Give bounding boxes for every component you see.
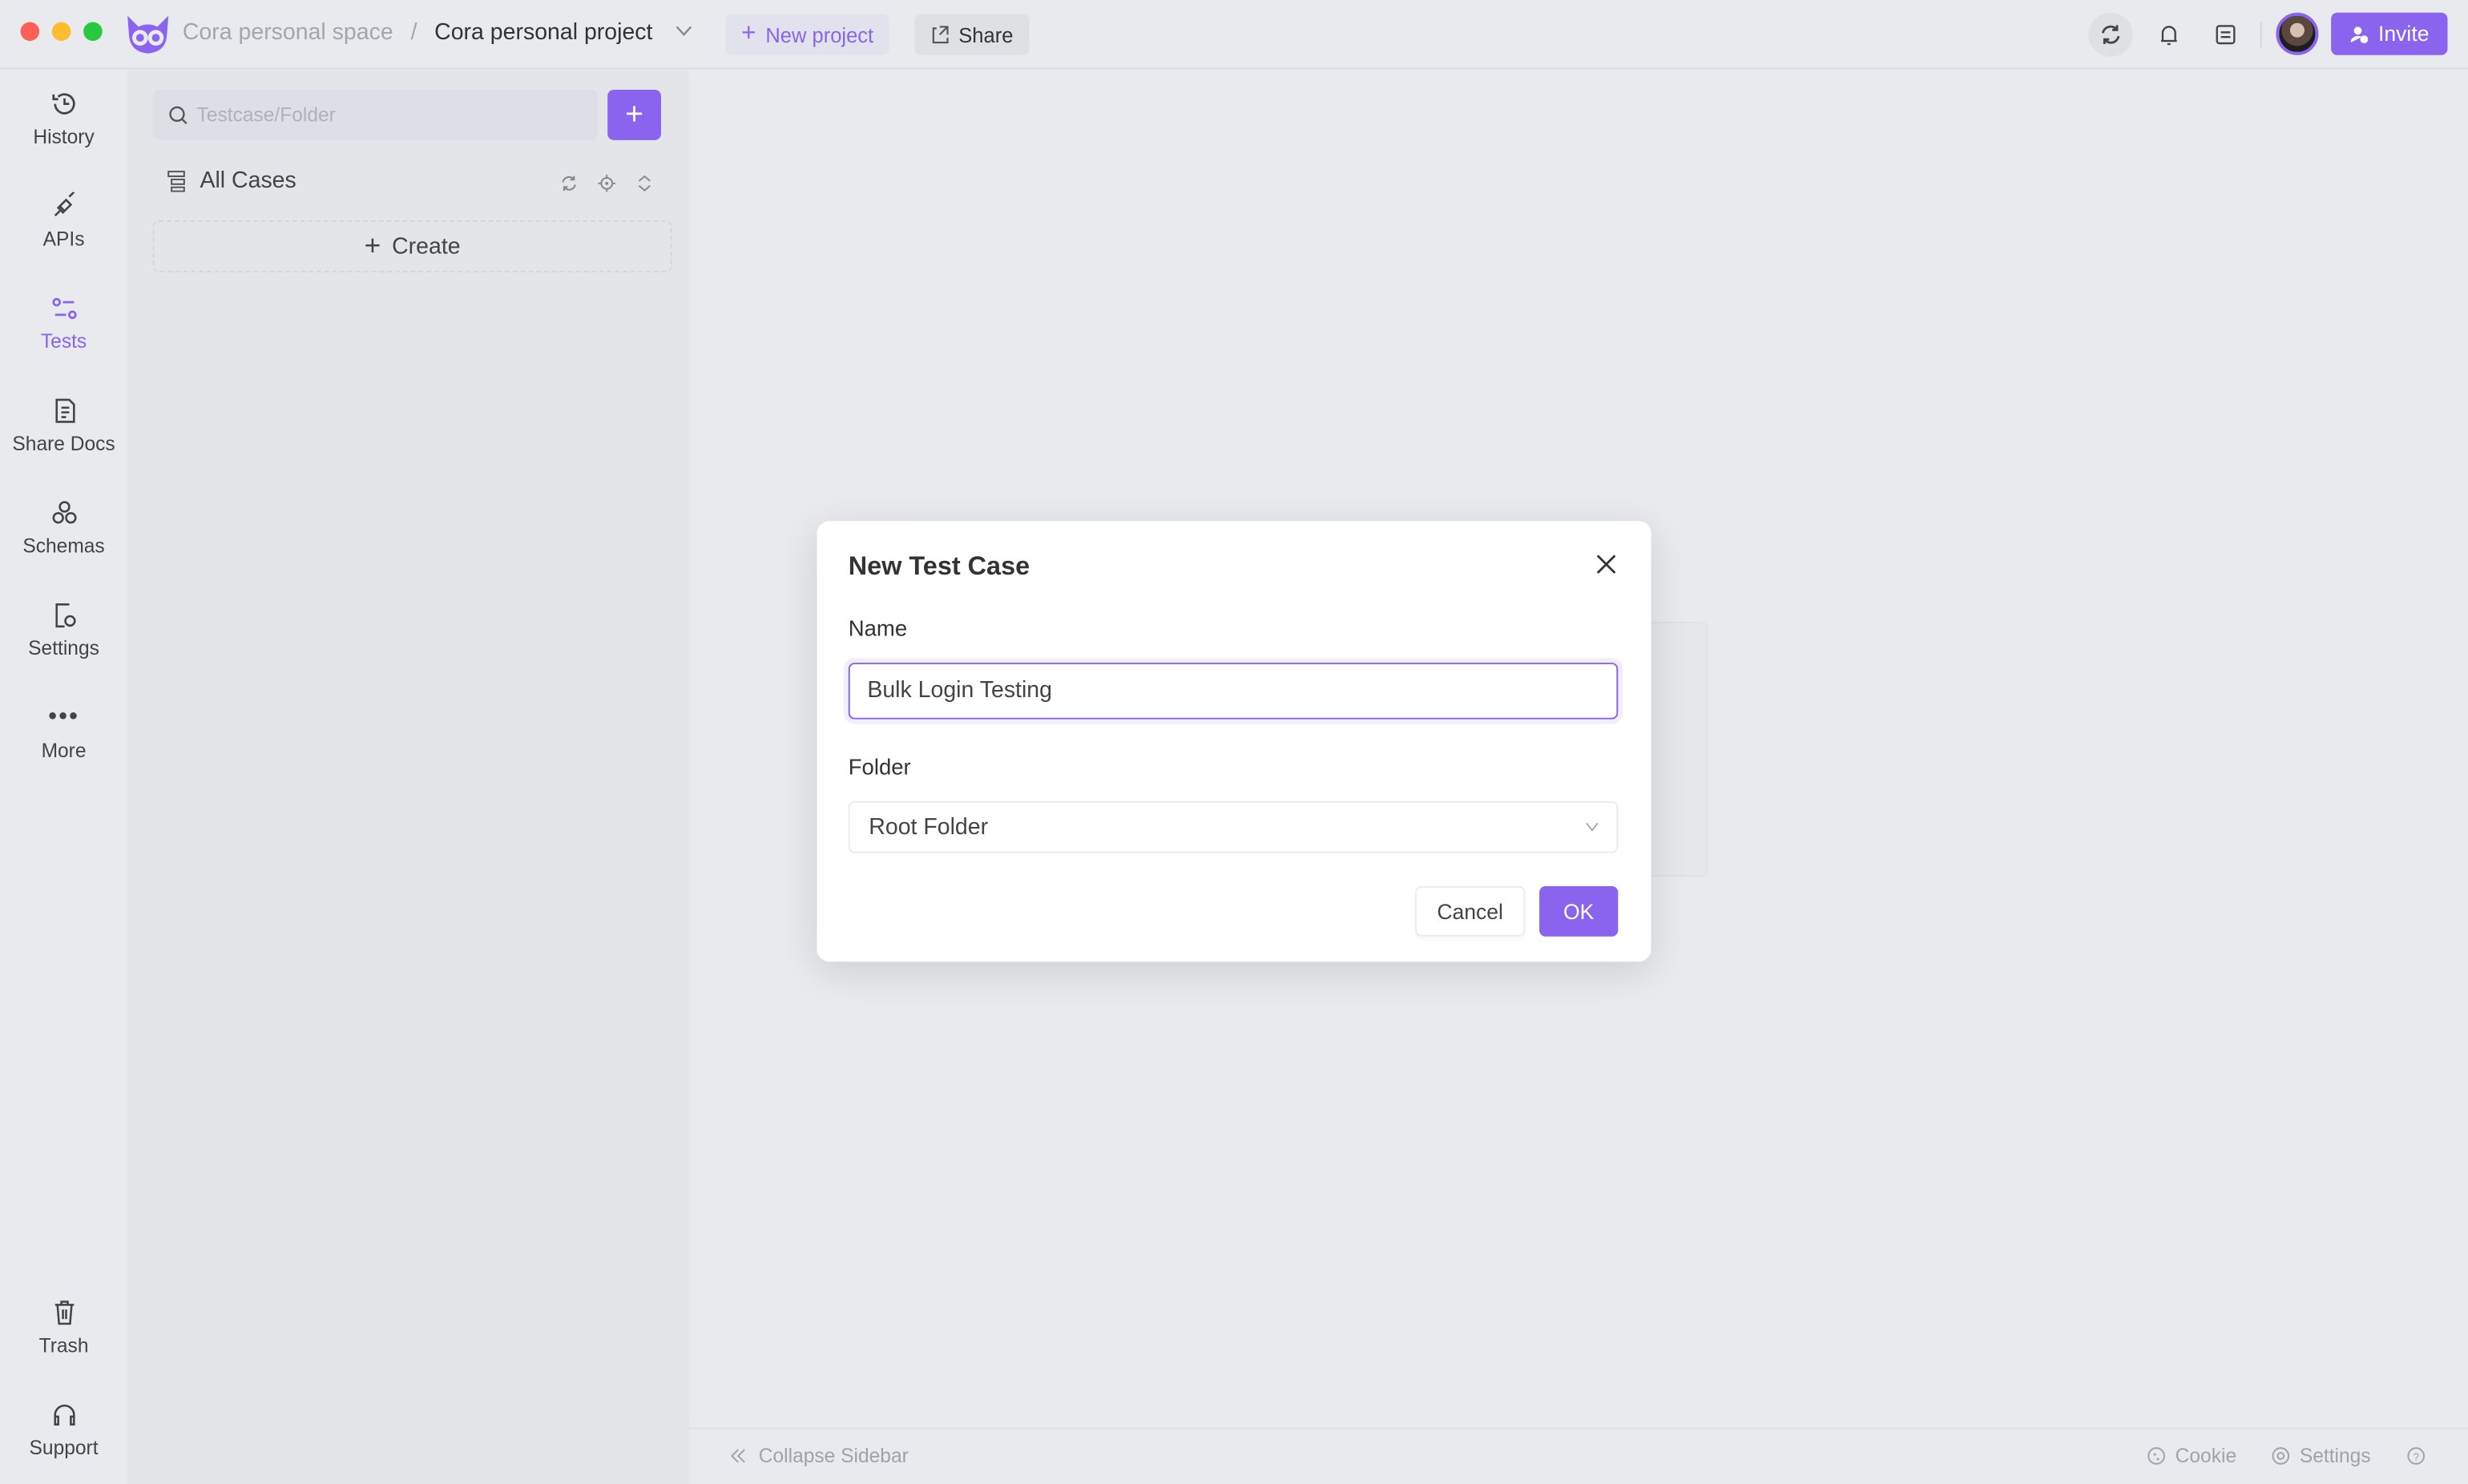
footer-bar: Collapse Sidebar Cookie Settings ? <box>689 1427 2468 1484</box>
rail-item-share-docs[interactable]: Share Docs <box>0 397 127 478</box>
rail-item-history[interactable]: History <box>0 90 127 171</box>
search-input[interactable]: Testcase/Folder <box>152 89 599 140</box>
share-button[interactable]: Share <box>914 14 1030 55</box>
plus-icon: + <box>625 96 644 132</box>
rail-label: More <box>41 740 87 762</box>
rail-label: Support <box>29 1437 99 1459</box>
ok-label: OK <box>1563 899 1595 924</box>
folder-select-value: Root Folder <box>869 814 989 840</box>
all-cases-item[interactable]: All Cases <box>167 168 296 194</box>
invite-button[interactable]: Invite <box>2331 12 2449 55</box>
headset-icon <box>50 1401 78 1429</box>
help-icon[interactable]: ? <box>2406 1446 2426 1466</box>
app-window: Cora personal space / Cora personal proj… <box>0 0 2468 1484</box>
nav-rail: History APIs Tests Share Docs Schemas Se… <box>0 71 128 1484</box>
rail-label: Share Docs <box>12 433 115 455</box>
svg-text:?: ? <box>2413 1451 2419 1463</box>
folder-label: Folder <box>848 753 911 780</box>
schemas-icon <box>50 499 78 527</box>
folder-select[interactable]: Root Folder <box>848 800 1619 853</box>
rail-item-tests[interactable]: Tests <box>0 294 127 376</box>
test-case-panel: Testcase/Folder + All Cases + Create <box>127 71 690 1484</box>
dialog-title: New Test Case <box>848 552 1030 581</box>
cookie-icon <box>2147 1446 2166 1466</box>
rail-item-more[interactable]: ••• More <box>0 704 127 785</box>
invite-label: Invite <box>2378 22 2430 46</box>
search-placeholder: Testcase/Folder <box>196 103 336 127</box>
plus-icon: + <box>364 229 381 262</box>
add-user-icon <box>2350 24 2369 43</box>
rail-label: History <box>33 126 95 148</box>
close-window-button[interactable] <box>20 22 40 42</box>
cookie-button[interactable]: Cookie <box>2147 1445 2236 1467</box>
owl-logo-icon <box>124 14 171 55</box>
rail-item-settings[interactable]: Settings <box>0 601 127 683</box>
rail-label: APIs <box>42 228 85 251</box>
new-test-case-dialog: New Test Case Name Bulk Login Testing Fo… <box>817 521 1651 962</box>
new-project-label: New project <box>765 22 874 46</box>
share-label: Share <box>958 22 1014 46</box>
tests-icon <box>50 294 78 322</box>
footer-settings-label: Settings <box>2299 1445 2371 1467</box>
close-icon[interactable] <box>1596 554 1617 575</box>
bell-icon <box>2158 22 2180 46</box>
create-button[interactable]: + Create <box>152 220 672 272</box>
expand-collapse-icon[interactable] <box>638 175 652 192</box>
gear-icon <box>2271 1446 2290 1466</box>
tree-icon <box>167 170 186 192</box>
double-chevron-left-icon <box>730 1448 746 1464</box>
all-cases-label: All Cases <box>200 168 296 194</box>
name-input[interactable]: Bulk Login Testing <box>848 662 1619 720</box>
docs-icon <box>50 397 78 425</box>
locate-icon[interactable] <box>598 175 616 192</box>
rail-item-support[interactable]: Support <box>0 1401 127 1482</box>
more-icon: ••• <box>48 704 80 731</box>
titlebar: Cora personal space / Cora personal proj… <box>0 0 2468 70</box>
chevron-down-icon <box>1585 821 1599 833</box>
breadcrumb-separator: / <box>410 20 417 46</box>
rail-label: Settings <box>28 637 99 660</box>
name-input-value: Bulk Login Testing <box>867 678 1053 704</box>
chevron-down-icon[interactable] <box>675 25 693 38</box>
notifications-button[interactable] <box>2147 13 2191 57</box>
project-breadcrumb[interactable]: Cora personal project <box>434 21 652 46</box>
workspace-breadcrumb[interactable]: Cora personal space <box>183 21 393 46</box>
new-project-button[interactable]: + New project <box>725 14 889 55</box>
share-icon <box>930 25 950 44</box>
rail-item-apis[interactable]: APIs <box>0 192 127 274</box>
plus-icon: + <box>741 20 756 47</box>
avatar[interactable] <box>2276 12 2319 55</box>
name-label: Name <box>848 615 908 641</box>
collapse-sidebar-label: Collapse Sidebar <box>758 1445 909 1467</box>
footer-settings-button[interactable]: Settings <box>2271 1445 2371 1467</box>
maximize-window-button[interactable] <box>83 22 103 42</box>
search-icon <box>168 105 189 126</box>
minimize-window-button[interactable] <box>51 22 71 42</box>
rail-item-schemas[interactable]: Schemas <box>0 499 127 581</box>
notes-button[interactable] <box>2204 13 2248 57</box>
sync-button[interactable] <box>2088 12 2133 57</box>
create-label: Create <box>392 233 461 260</box>
trash-icon <box>50 1299 78 1327</box>
rail-label: Trash <box>38 1334 89 1357</box>
refresh-icon[interactable] <box>560 175 578 192</box>
notes-icon <box>2215 23 2237 46</box>
rail-item-trash[interactable]: Trash <box>0 1299 127 1381</box>
add-button[interactable]: + <box>607 89 662 140</box>
collapse-sidebar-button[interactable]: Collapse Sidebar <box>730 1445 909 1467</box>
sync-icon <box>2099 23 2122 46</box>
plug-icon <box>50 192 78 220</box>
history-icon <box>50 90 78 118</box>
ok-button[interactable]: OK <box>1539 885 1619 937</box>
settings-icon <box>50 601 78 629</box>
rail-label: Schemas <box>22 534 105 558</box>
rail-label: Tests <box>40 330 87 353</box>
cancel-button[interactable]: Cancel <box>1414 885 1526 937</box>
cancel-label: Cancel <box>1437 899 1503 924</box>
divider <box>2260 22 2262 47</box>
cookie-label: Cookie <box>2175 1445 2237 1467</box>
